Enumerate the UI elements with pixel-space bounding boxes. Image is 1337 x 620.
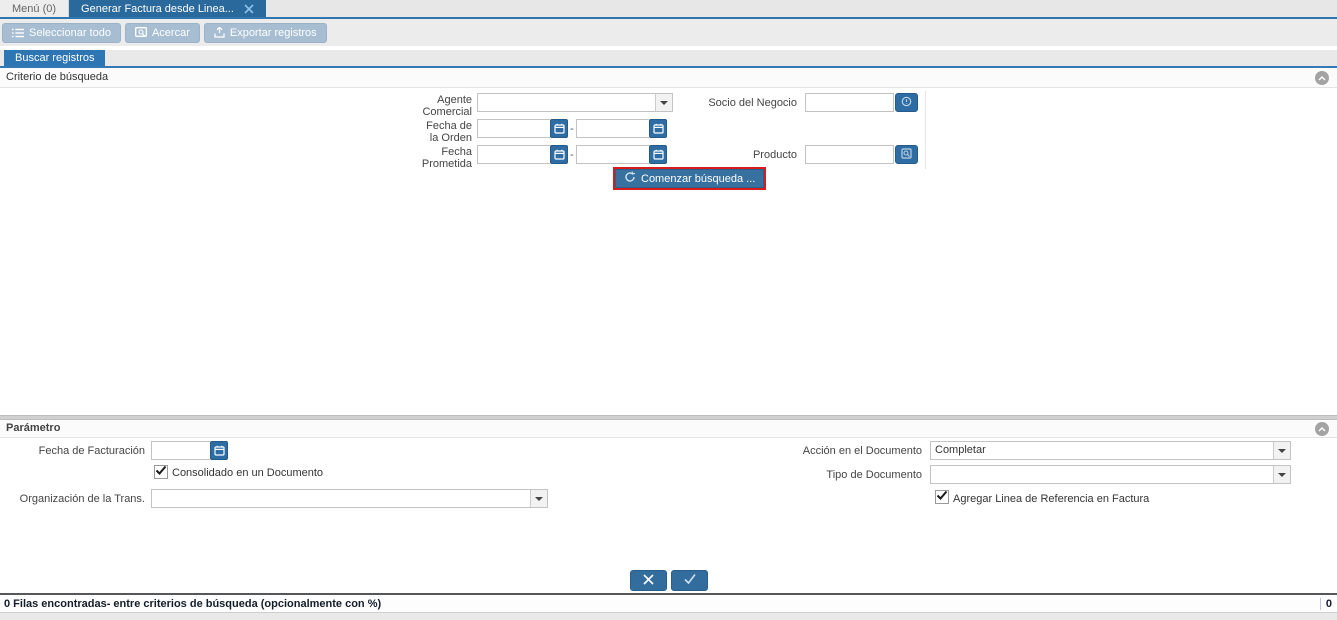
application-window: Menú (0) Generar Factura desde Linea... … bbox=[0, 0, 1337, 620]
range-separator: - bbox=[570, 123, 574, 135]
socio-negocio-label: Socio del Negocio bbox=[708, 97, 797, 109]
chevron-up-icon bbox=[1318, 69, 1326, 88]
consolidado-checkbox[interactable] bbox=[154, 465, 168, 479]
cancel-button[interactable] bbox=[630, 570, 667, 591]
calendar-icon[interactable] bbox=[210, 441, 228, 460]
tab-generar-factura-label: Generar Factura desde Linea... bbox=[81, 2, 234, 15]
tipo-documento-combobox[interactable] bbox=[930, 465, 1291, 484]
calendar-icon[interactable] bbox=[550, 145, 568, 164]
agente-comercial-label: Agente Comercial bbox=[422, 94, 472, 118]
fecha-facturacion-field bbox=[151, 441, 228, 460]
fecha-prometida-to-input[interactable] bbox=[576, 145, 649, 164]
close-tab-icon[interactable] bbox=[244, 3, 254, 14]
organizacion-combobox[interactable] bbox=[151, 489, 548, 508]
cancel-x-icon bbox=[642, 573, 655, 589]
tab-menu[interactable]: Menú (0) bbox=[0, 0, 70, 17]
agregar-linea-label: Agregar Linea de Referencia en Factura bbox=[953, 493, 1150, 505]
accion-documento-combobox[interactable]: Completar bbox=[930, 441, 1291, 460]
start-search-label: Comenzar búsqueda ... bbox=[641, 172, 756, 185]
calendar-icon[interactable] bbox=[649, 119, 667, 138]
tab-buscar-registros[interactable]: Buscar registros bbox=[4, 50, 106, 66]
socio-negocio-input[interactable] bbox=[805, 93, 894, 112]
fecha-facturacion-input[interactable] bbox=[151, 441, 210, 460]
agente-comercial-value bbox=[478, 94, 655, 111]
agregar-linea-checkbox[interactable] bbox=[935, 490, 949, 504]
search-panel-title: Criterio de búsqueda bbox=[6, 71, 109, 83]
fecha-prometida-label: Fecha Prometida bbox=[421, 146, 472, 170]
search-panel-body: Agente Comercial Socio del Negocio Fecha… bbox=[0, 88, 1337, 415]
consolidado-label: Consolidado en un Documento bbox=[172, 467, 324, 479]
tab-generar-factura[interactable]: Generar Factura desde Linea... bbox=[69, 0, 266, 17]
start-search-button[interactable]: Comenzar búsqueda ... bbox=[615, 169, 765, 188]
socio-negocio-search-button[interactable] bbox=[895, 93, 918, 112]
export-records-label: Exportar registros bbox=[229, 26, 317, 39]
chevron-down-icon bbox=[1278, 448, 1286, 453]
fecha-orden-from-input[interactable] bbox=[477, 119, 550, 138]
zoom-icon bbox=[135, 27, 147, 38]
chevron-down-icon bbox=[535, 496, 543, 501]
toolbar: Seleccionar todo Acercar Exportar regist… bbox=[0, 19, 1337, 46]
fecha-prometida-from-field bbox=[477, 145, 568, 164]
search-panel-collapse-button[interactable] bbox=[1315, 71, 1329, 85]
ok-check-icon bbox=[683, 573, 697, 588]
select-all-label: Seleccionar todo bbox=[29, 26, 111, 39]
refresh-icon bbox=[624, 171, 636, 186]
status-bar: 0 Filas encontradas- entre criterios de … bbox=[0, 593, 1337, 612]
parameter-panel-header: Parámetro bbox=[0, 420, 1337, 438]
content-tab-bar: Buscar registros bbox=[0, 50, 1337, 68]
status-count: 0 bbox=[1319, 597, 1337, 610]
calendar-icon[interactable] bbox=[550, 119, 568, 138]
fecha-facturacion-label: Fecha de Facturación bbox=[38, 445, 145, 457]
search-panel-header: Criterio de búsqueda bbox=[0, 68, 1337, 88]
fecha-prometida-from-input[interactable] bbox=[477, 145, 550, 164]
tipo-dropdown-button[interactable] bbox=[1273, 466, 1290, 483]
fecha-orden-to-field bbox=[576, 119, 667, 138]
select-all-icon bbox=[12, 28, 24, 38]
chevron-down-icon bbox=[1278, 472, 1286, 477]
agente-comercial-combobox[interactable] bbox=[477, 93, 673, 112]
range-separator: - bbox=[570, 149, 574, 161]
fecha-orden-from-field bbox=[477, 119, 568, 138]
bottom-strip bbox=[0, 612, 1337, 620]
chevron-up-icon bbox=[1318, 421, 1326, 438]
organizacion-dropdown-button[interactable] bbox=[530, 490, 547, 507]
calendar-icon[interactable] bbox=[649, 145, 667, 164]
confirm-button-row bbox=[0, 570, 1337, 591]
tab-buscar-registros-label: Buscar registros bbox=[15, 52, 95, 64]
organizacion-label: Organización de la Trans. bbox=[19, 493, 145, 505]
parameter-panel-body: Fecha de Facturación Acción en el Docume… bbox=[0, 438, 1337, 558]
producto-search-button[interactable] bbox=[895, 145, 918, 164]
business-partner-search-icon bbox=[901, 96, 912, 110]
producto-label: Producto bbox=[752, 149, 797, 161]
column-divider bbox=[925, 91, 926, 169]
fecha-orden-label: Fecha de la Orden bbox=[426, 120, 472, 144]
organizacion-value bbox=[152, 490, 530, 507]
fecha-prometida-to-field bbox=[576, 145, 667, 164]
ok-button[interactable] bbox=[671, 570, 708, 591]
export-icon bbox=[214, 27, 225, 38]
accion-documento-value: Completar bbox=[935, 444, 986, 456]
accion-documento-label: Acción en el Documento bbox=[802, 445, 922, 457]
checkmark-icon bbox=[936, 490, 948, 504]
accion-dropdown-button[interactable] bbox=[1273, 442, 1290, 459]
parameter-panel-title: Parámetro bbox=[6, 422, 61, 434]
window-tab-bar: Menú (0) Generar Factura desde Linea... bbox=[0, 0, 1337, 19]
zoom-label: Acercar bbox=[151, 26, 190, 39]
parameter-panel-collapse-button[interactable] bbox=[1315, 422, 1329, 436]
checkmark-icon bbox=[155, 465, 167, 479]
tab-menu-label: Menú (0) bbox=[12, 2, 57, 15]
producto-input[interactable] bbox=[805, 145, 894, 164]
product-search-icon bbox=[901, 147, 912, 162]
search-button-highlight: Comenzar búsqueda ... bbox=[613, 167, 767, 190]
status-message: 0 Filas encontradas- entre criterios de … bbox=[4, 597, 382, 610]
tipo-documento-label: Tipo de Documento bbox=[826, 469, 922, 481]
select-all-button[interactable]: Seleccionar todo bbox=[2, 22, 121, 43]
export-records-button[interactable]: Exportar registros bbox=[203, 22, 327, 43]
zoom-button[interactable]: Acercar bbox=[124, 22, 200, 43]
agente-dropdown-button[interactable] bbox=[655, 94, 672, 111]
fecha-orden-to-input[interactable] bbox=[576, 119, 649, 138]
chevron-down-icon bbox=[660, 100, 668, 105]
tipo-documento-value bbox=[931, 466, 1273, 483]
